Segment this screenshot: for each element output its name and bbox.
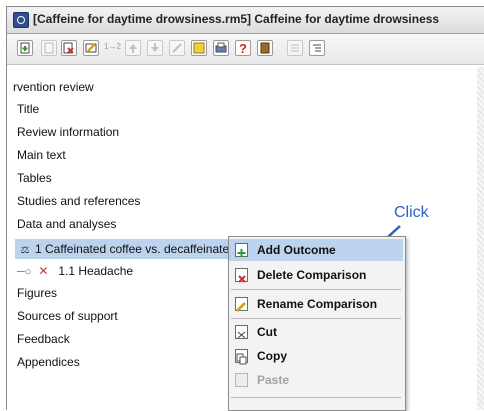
print-icon[interactable] bbox=[213, 40, 229, 56]
book-icon[interactable] bbox=[257, 40, 273, 56]
tree-item-review-information[interactable]: Review information bbox=[17, 122, 119, 142]
move-down-icon[interactable] bbox=[147, 40, 163, 56]
tree-item-sources-support[interactable]: Sources of support bbox=[17, 306, 118, 326]
tree-item-tables[interactable]: Tables bbox=[17, 168, 52, 188]
menu-item-copy[interactable]: Copy bbox=[229, 345, 403, 367]
delete-icon[interactable] bbox=[61, 40, 77, 56]
tree-connector-icon: ─○ bbox=[17, 266, 32, 278]
tree-item-main-text[interactable]: Main text bbox=[17, 145, 66, 165]
window-title: [Caffeine for daytime drowsiness.rm5] Ca… bbox=[33, 12, 440, 26]
outcome-icon: ✕ bbox=[38, 264, 49, 278]
menu-item-paste[interactable]: Paste bbox=[229, 369, 403, 391]
comparison-icon: ⚖ bbox=[20, 245, 30, 256]
svg-text:?: ? bbox=[239, 41, 247, 55]
tree-item-figures[interactable]: Figures bbox=[17, 283, 57, 303]
toolbar: 1→2 ? bbox=[7, 34, 484, 65]
menu-item-delete-comparison[interactable]: Delete Comparison bbox=[229, 264, 403, 286]
tree-item-feedback[interactable]: Feedback bbox=[17, 329, 70, 349]
rename-icon bbox=[235, 297, 248, 313]
help-icon[interactable]: ? bbox=[235, 40, 251, 56]
rename-icon[interactable] bbox=[83, 40, 99, 56]
paste-icon bbox=[235, 373, 248, 387]
delete-icon bbox=[235, 268, 248, 283]
click-annotation: Click bbox=[394, 204, 429, 221]
tree-item-appendices[interactable]: Appendices bbox=[17, 352, 80, 372]
cut-icon bbox=[235, 325, 248, 339]
menu-item-add-outcome[interactable]: Add Outcome bbox=[229, 239, 403, 261]
menu-separator bbox=[231, 289, 401, 290]
renumber-label[interactable]: 1→2 bbox=[104, 42, 121, 51]
menu-separator bbox=[231, 397, 401, 398]
wizard-icon[interactable] bbox=[169, 40, 185, 56]
tree-item-data-analyses[interactable]: Data and analyses bbox=[17, 214, 116, 234]
scrollbar[interactable] bbox=[477, 67, 484, 410]
menu-separator bbox=[231, 318, 401, 319]
notes-icon[interactable] bbox=[191, 40, 207, 56]
tree-item-title[interactable]: Title bbox=[17, 99, 39, 119]
tree-item-outcome-headache[interactable]: ─○ ✕ 1.1 Headache bbox=[17, 261, 133, 281]
app-icon bbox=[13, 12, 29, 28]
add-icon[interactable] bbox=[17, 40, 33, 56]
properties-icon[interactable] bbox=[41, 40, 57, 56]
menu-item-cut[interactable]: Cut bbox=[229, 321, 403, 343]
tree-item-studies-references[interactable]: Studies and references bbox=[17, 191, 140, 211]
move-up-icon[interactable] bbox=[125, 40, 141, 56]
copy-icon bbox=[235, 349, 248, 365]
context-menu: Add Outcome Delete Comparison Rename Com… bbox=[228, 236, 406, 411]
title-bar: [Caffeine for daytime drowsiness.rm5] Ca… bbox=[7, 7, 484, 34]
menu-item-rename-comparison[interactable]: Rename Comparison bbox=[229, 293, 403, 315]
add-outcome-icon bbox=[235, 243, 248, 257]
outline-view-icon[interactable] bbox=[309, 40, 325, 56]
tree-item-review[interactable]: rvention review bbox=[13, 77, 94, 97]
collapse-view-icon[interactable] bbox=[287, 40, 303, 56]
